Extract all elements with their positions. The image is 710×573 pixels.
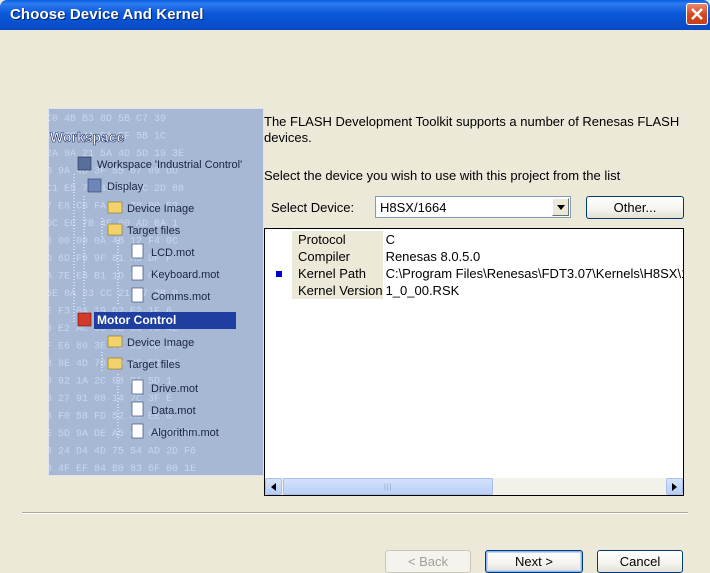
horizontal-scrollbar[interactable]: ||| [265,478,683,495]
tree-item-label: Device Image [127,337,194,349]
property-name: Kernel Path [292,265,383,282]
device-select-dropdown-button[interactable] [552,198,569,216]
table-row: Compiler Renesas 8.0.5.0 [292,248,683,265]
file-icon [131,423,144,439]
property-name: Compiler [292,248,383,265]
property-value: C:\Program Files\Renesas\FDT3.07\Kernels… [385,266,683,281]
window-title: Choose Device And Kernel [10,6,204,23]
scrollbar-thumb[interactable]: ||| [283,478,493,495]
file-icon [131,379,144,395]
tree-item-label: Display [107,181,144,193]
tree-item-label: Target files [127,359,181,371]
kernel-properties-table: Protocol C Compiler Renesas 8.0.5.0 Kernel… [292,231,683,299]
tree-item-label: Drive.mot [151,383,198,395]
hex-row: 8 4F EF 84 B0 83 6F 00 1E [48,464,196,475]
project-icon [87,178,102,193]
property-value: Renesas 8.0.5.0 [385,249,481,264]
scroll-left-button[interactable] [265,478,282,495]
tree-item-label: LCD.mot [151,247,194,259]
property-value: C [385,232,395,247]
device-select-value: H8SX/1664 [380,200,447,215]
file-icon [131,265,144,281]
hex-row: 8 24 D4 4D 75 54 AD 2D F6 [48,447,196,458]
workspace-illustration-image: C0 4B B3 8D 5B C7 396E 48 4A DA FF 5B 1C… [46,108,264,476]
dialog-client: C0 4B B3 8D 5B C7 39 6E 48 4A DA FF 5B 1C… [0,30,710,573]
tree-item-label: Data.mot [151,405,196,417]
file-icon [131,287,144,303]
close-icon [691,8,703,20]
instruction-text: Select the device you wish to use with t… [264,168,621,183]
file-icon [131,401,144,417]
hex-row: C0 4B B3 8D 5B C7 39 [48,114,166,125]
tree-item-label: Algorithm.mot [151,427,219,439]
title-bar: Choose Device And Kernel [0,0,710,30]
chevron-right-icon [672,483,677,491]
tree-item-label: Comms.mot [151,291,210,303]
folder-icon [107,223,123,236]
property-value: 1_0_00.RSK [385,283,460,298]
grip-icon: ||| [384,484,393,491]
property-name: Kernel Version [292,282,383,299]
folder-icon [107,357,123,370]
close-button[interactable] [686,3,708,25]
selected-item-marker [276,271,282,277]
tree-item-label: Device Image [127,203,194,215]
table-row: Protocol C [292,231,683,248]
chevron-left-icon [271,483,276,491]
project-icon [77,312,92,327]
folder-icon [107,335,123,348]
description-text: The FLASH Development Toolkit supports a… [264,114,680,145]
tree-item-label: Motor Control [97,313,176,327]
property-name: Protocol [292,231,383,248]
table-row: Kernel Version 1_0_00.RSK [292,282,683,299]
device-select[interactable]: H8SX/1664 [375,196,571,218]
workspace-icon [77,156,92,171]
tree-item-label: Keyboard.mot [151,269,219,281]
folder-icon [107,201,123,214]
other-button[interactable]: Other... [586,196,684,219]
scroll-right-button[interactable] [666,478,683,495]
hex-row: 8 27 91 08 14 7C 3F E [48,394,172,405]
cancel-button[interactable]: Cancel [597,550,683,573]
tree-item-label: Workspace 'Industrial Control' [97,159,242,171]
tree-item-label: Target files [127,225,181,237]
select-device-label: Select Device: [271,200,355,215]
table-row: Kernel Path C:\Program Files\Renesas\FDT3… [292,265,683,282]
hex-row: 0 00 00 0A 4B 12 F4 0C [48,237,178,248]
kernel-properties-list[interactable]: Protocol C Compiler Renesas 8.0.5.0 Kernel… [264,228,684,496]
workspace-illustration: C0 4B B3 8D 5B C7 39 6E 48 4A DA FF 5B 1C… [46,108,264,476]
chevron-down-icon [557,205,565,210]
workspace-heading: Workspace [50,129,125,145]
file-icon [131,243,144,259]
back-button[interactable]: < Back [385,550,471,573]
footer-divider [22,512,688,514]
next-button[interactable]: Next > [485,550,583,573]
